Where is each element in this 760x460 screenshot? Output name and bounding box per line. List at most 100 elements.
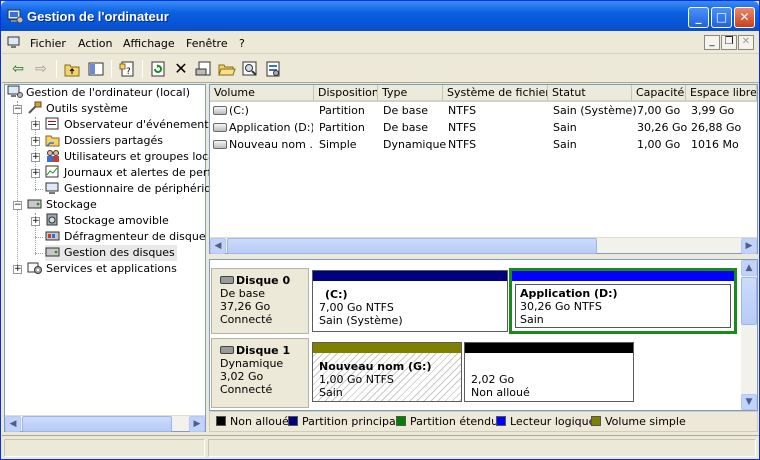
unallocated-space[interactable]: 2,02 Go Non alloué xyxy=(464,342,634,402)
column-header-status[interactable]: Statut xyxy=(548,85,632,102)
minimize-button[interactable]: _ xyxy=(688,7,709,28)
computer-management-icon xyxy=(7,85,23,98)
column-header-filesystem[interactable]: Système de fichiers xyxy=(443,85,548,102)
removable-storage-icon xyxy=(46,213,58,226)
mdi-restore-button[interactable]: ❐ xyxy=(721,35,737,50)
up-folder-icon[interactable] xyxy=(62,59,82,79)
tree-horizontal-scrollbar[interactable]: ◀ ▶ xyxy=(5,415,205,432)
expand-removable-storage[interactable]: + xyxy=(31,217,40,226)
expand-event-viewer[interactable]: + xyxy=(31,121,40,130)
disk-0-label[interactable]: Disque 0 De base 37,26 Go Connecté xyxy=(211,268,309,334)
legend-label: Non alloué xyxy=(230,415,289,428)
scroll-thumb[interactable] xyxy=(22,416,172,432)
partition-info: Nouveau nom (G:) 1,00 Go NTFS Sain xyxy=(319,360,431,399)
forward-arrow-icon[interactable]: ⇨ xyxy=(31,59,51,79)
partition-status: Non alloué xyxy=(471,386,530,399)
legend-label: Volume simple xyxy=(605,415,686,428)
collapse-system-tools[interactable]: − xyxy=(13,105,22,114)
properties-icon[interactable]: ? xyxy=(117,59,137,79)
open-folder-icon[interactable] xyxy=(217,59,237,79)
tree-item-event-viewer[interactable]: Observateur d'événements xyxy=(45,117,214,133)
disk-1-label[interactable]: Disque 1 Dynamique 3,02 Go Connecté xyxy=(211,338,309,408)
tree-item-system-tools[interactable]: Outils système xyxy=(27,101,128,117)
console-icon[interactable] xyxy=(7,36,21,50)
computer-management-window: Gestion de l'ordinateur _ □ ✕ Fichier Ac… xyxy=(0,0,760,460)
tree-item-services-apps[interactable]: Services et applications xyxy=(27,261,177,277)
expand-users-groups[interactable]: + xyxy=(31,153,40,162)
partition-d[interactable]: Application (D:) 30,26 Go NTFS Sain xyxy=(509,268,737,334)
menu-action[interactable]: Action xyxy=(78,37,112,50)
settings-icon[interactable] xyxy=(263,59,283,79)
graphical-vertical-scrollbar[interactable]: ▲ ▼ xyxy=(741,260,757,410)
legend-swatch xyxy=(591,416,601,426)
refresh-icon[interactable] xyxy=(148,59,168,79)
menu-help[interactable]: ? xyxy=(239,37,245,50)
table-row[interactable]: Nouveau nom ... xyxy=(213,137,313,153)
tree-item-users-groups[interactable]: Utilisateurs et groupes locau xyxy=(45,149,222,165)
scroll-thumb[interactable] xyxy=(227,238,597,254)
table-row[interactable]: Application (D:) xyxy=(213,120,313,136)
mdi-close-button[interactable]: ✕ xyxy=(738,35,754,50)
partition-size: 30,26 Go NTFS xyxy=(520,300,602,313)
cell-filesystem: NTFS xyxy=(448,121,477,134)
legend-item: Partition étendue xyxy=(396,416,505,428)
scroll-right-button[interactable]: ▶ xyxy=(189,416,205,432)
tree-item-shared-folders[interactable]: Dossiers partagés xyxy=(45,133,163,149)
volume-icon xyxy=(213,140,227,149)
tree-item-removable-storage[interactable]: Stockage amovible xyxy=(45,213,169,229)
expand-services-apps[interactable]: + xyxy=(13,265,22,274)
scroll-down-button[interactable]: ▼ xyxy=(741,394,757,410)
status-panel xyxy=(208,439,756,457)
svg-text:?: ? xyxy=(126,67,131,77)
tree-item-logs-alerts[interactable]: Journaux et alertes de perfo xyxy=(45,165,218,181)
expand-shared-folders[interactable]: + xyxy=(31,137,40,146)
menu-fenetre[interactable]: Fenêtre xyxy=(186,37,228,50)
expand-logs-alerts[interactable]: + xyxy=(31,169,40,178)
tree-item-device-manager[interactable]: Gestionnaire de périphérique xyxy=(45,181,225,197)
column-header-volume[interactable]: Volume xyxy=(210,85,314,102)
list-horizontal-scrollbar[interactable]: ◀ ▶ xyxy=(210,237,757,254)
partition-info: Application (D:) 30,26 Go NTFS Sain xyxy=(520,287,618,326)
show-hide-tree-icon[interactable] xyxy=(86,59,106,79)
legend-item: Partition principale xyxy=(288,416,406,428)
column-header-disposition[interactable]: Disposition xyxy=(314,85,378,102)
tree-item-disk-management[interactable]: Gestion des disques xyxy=(45,245,177,261)
scroll-right-button[interactable]: ▶ xyxy=(741,238,757,254)
search-icon[interactable] xyxy=(240,59,260,79)
delete-icon[interactable]: ✕ xyxy=(171,59,191,79)
back-arrow-icon[interactable]: ⇦ xyxy=(8,59,28,79)
scroll-left-button[interactable]: ◀ xyxy=(5,416,21,432)
column-header-free-space[interactable]: Espace libre xyxy=(686,85,757,102)
tree-item-defragmenter[interactable]: Défragmenteur de disque xyxy=(45,229,206,245)
scroll-thumb[interactable] xyxy=(741,277,757,325)
partition-g[interactable]: Nouveau nom (G:) 1,00 Go NTFS Sain xyxy=(312,342,462,402)
title-bar[interactable]: Gestion de l'ordinateur _ □ ✕ xyxy=(1,1,759,31)
menu-affichage[interactable]: Affichage xyxy=(123,37,175,50)
legend-item: Non alloué xyxy=(216,416,289,428)
cell-status: Sain xyxy=(553,138,577,151)
volume-icon xyxy=(213,123,227,132)
toolbar: ⇦ ⇨ ? ✕ xyxy=(2,55,759,83)
partition-info: 2,02 Go Non alloué xyxy=(471,373,530,399)
table-row[interactable]: (C:) xyxy=(213,103,313,119)
column-header-type[interactable]: Type xyxy=(378,85,443,102)
tree-item-label: Services et applications xyxy=(46,262,177,275)
menu-fichier[interactable]: Fichier xyxy=(30,37,66,50)
tree-item-label: Stockage amovible xyxy=(64,214,169,227)
scroll-left-button[interactable]: ◀ xyxy=(210,238,226,254)
services-icon xyxy=(27,262,42,274)
column-header-capacity[interactable]: Capacité xyxy=(632,85,686,102)
mdi-minimize-button[interactable]: _ xyxy=(704,35,720,50)
tree-item-label: Défragmenteur de disque xyxy=(64,230,206,243)
tree-item-label: Stockage xyxy=(46,198,97,211)
tree-root[interactable]: Gestion de l'ordinateur (local) xyxy=(7,85,190,101)
disk-type: Dynamique xyxy=(220,357,284,370)
scroll-up-button[interactable]: ▲ xyxy=(741,260,757,276)
close-button[interactable]: ✕ xyxy=(734,7,755,28)
maximize-button[interactable]: □ xyxy=(711,7,732,28)
partition-c[interactable]: (C:) 7,00 Go NTFS Sain (Système) xyxy=(312,270,508,332)
tree-item-storage[interactable]: Stockage xyxy=(27,197,97,213)
cell-filesystem: NTFS xyxy=(448,104,477,117)
collapse-storage[interactable]: − xyxy=(13,201,22,210)
disk-properties-icon[interactable] xyxy=(194,59,214,79)
